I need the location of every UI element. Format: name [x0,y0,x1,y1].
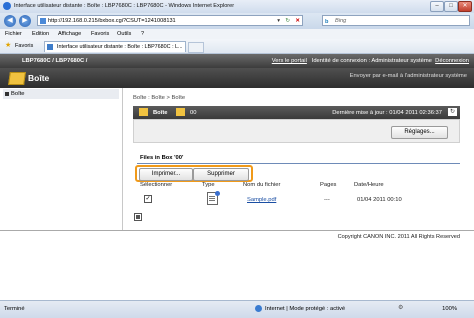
window-title-bar: Interface utilisateur distante : Boîte :… [0,0,474,14]
favorites-button[interactable]: Favoris [15,43,33,49]
settings-area: Réglages... [133,119,460,143]
menu-bar: Fichier Edition Affichage Favoris Outils… [0,29,474,39]
tab-page-icon [47,44,53,50]
last-update: Dernière mise à jour : 01/04 2011 02:36:… [332,110,442,116]
menu-help[interactable]: ? [141,29,144,39]
minimize-button[interactable]: – [430,1,444,12]
header-links: Vers le portail Identité de connexion : … [272,58,469,64]
page-title: Boîte [28,73,50,83]
sidebar-item-label: Boîte [11,91,25,97]
search-input[interactable]: b Bing [322,15,470,26]
sidebar-item-boite[interactable]: Boîte [3,89,119,99]
datetime-value: 01/04 2011 00:10 [357,197,402,203]
security-zone: Internet | Mode protégé : activé [265,306,346,312]
favorites-star-icon[interactable]: ★ [5,41,11,49]
print-button[interactable]: Imprimer... [139,168,193,181]
filename-link[interactable]: Sample.pdf [247,197,276,203]
box-number: 00 [190,110,197,116]
column-header-datetime: Date/Heure [354,182,384,188]
column-header-type: Type [202,182,215,188]
sidebar: Boîte [0,88,123,230]
url-text: http://192.168.0.215/bxbox.cgi?CSUT=1241… [48,18,176,24]
main-content: Boîte : Boîte > Boîte Boîte 00 Dernière … [123,88,474,230]
browser-tab[interactable]: Interface utilisateur distante : Boîte :… [44,41,186,52]
internet-globe-icon [255,305,262,312]
menu-favoris[interactable]: Favoris [91,29,109,39]
refresh-page-icon[interactable]: ↻ [448,108,457,116]
logout-link[interactable]: Déconnexion [435,58,469,64]
breadcrumb: Boîte : Boîte > Boîte [133,95,186,101]
page-header: Boîte Envoyer par e-mail à l'administrat… [0,68,474,88]
device-header: LBP7680C / LBP7680C / Vers le portail Id… [0,54,474,68]
bing-icon: b [325,19,329,25]
status-text: Terminé [4,306,25,312]
menu-edition[interactable]: Edition [32,29,49,39]
ie-logo-icon [3,2,11,10]
favorites-bar: ★ Favoris Interface utilisateur distante… [0,39,474,54]
window-title: Interface utilisateur distante : Boîte :… [14,3,235,9]
box-number-icon [176,108,185,116]
pages-value: --- [324,197,330,203]
zoom-level[interactable]: 100% [442,306,457,312]
column-header-pages: Pages [320,182,337,188]
files-title: Files in Box '00' [140,155,184,161]
protected-mode-icon: ⚙ [398,305,404,311]
address-bar: ◀ ▶ http://192.168.0.215/bxbox.cgi?CSUT=… [0,13,474,29]
portal-link[interactable]: Vers le portail [272,58,307,64]
box-icon [139,108,148,116]
pdf-document-icon [207,191,220,205]
column-header-select: Sélectionner [140,182,173,188]
box-label: Boîte [153,110,168,116]
bullet-icon [5,92,9,96]
url-input[interactable]: http://192.168.0.215/bxbox.cgi?CSUT=1241… [37,15,303,26]
delete-button[interactable]: Supprimer [193,168,249,181]
email-admin-link[interactable]: Envoyer par e-mail à l'administrateur sy… [350,73,467,79]
page-icon [40,18,46,24]
tab-title: Interface utilisateur distante : Boîte :… [57,44,183,50]
copyright: Copyright CANON INC. 2011 All Rights Res… [337,234,460,240]
select-all-icon[interactable] [134,213,142,221]
refresh-icon[interactable]: ↻ [285,16,290,27]
settings-button[interactable]: Réglages... [391,126,448,139]
forward-button[interactable]: ▶ [19,15,31,27]
footer-divider [0,230,474,231]
maximize-button[interactable]: □ [444,1,458,12]
login-label: Identité de connexion : Administrateur s… [311,58,432,64]
status-bar: Terminé Internet | Mode protégé : activé… [0,300,474,318]
close-button[interactable]: ✕ [458,1,472,12]
search-placeholder: Bing [335,18,347,24]
box-info-bar: Boîte 00 Dernière mise à jour : 01/04 20… [133,106,460,119]
section-divider [137,163,460,164]
back-button[interactable]: ◀ [4,15,16,27]
device-model: LBP7680C / LBP7680C / [22,58,88,64]
url-dropdown-icon[interactable]: ▾ [277,16,280,27]
new-tab-button[interactable] [188,42,204,53]
box-icon [8,72,26,85]
stop-icon[interactable]: ✕ [295,16,300,27]
menu-fichier[interactable]: Fichier [5,29,22,39]
select-checkbox[interactable]: ✓ [144,195,152,203]
column-header-filename: Nom du fichier [243,182,281,188]
menu-outils[interactable]: Outils [117,29,131,39]
menu-affichage[interactable]: Affichage [58,29,81,39]
